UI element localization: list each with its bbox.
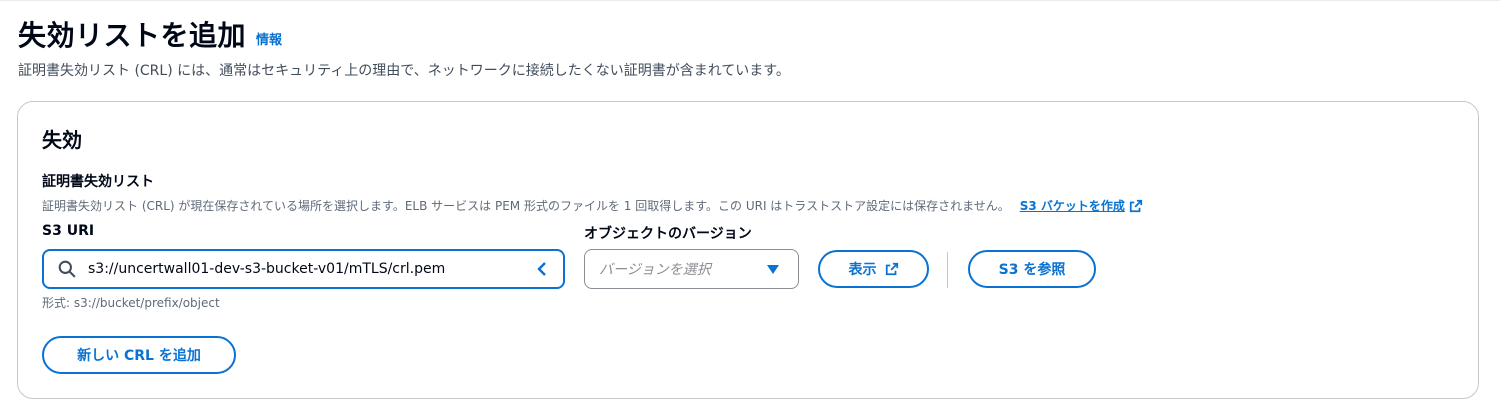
external-link-icon (1129, 199, 1143, 212)
object-version-label: オブジェクトのバージョン (584, 226, 752, 242)
top-divider (0, 0, 1500, 1)
s3-uri-value[interactable]: s3://uncertwall01-dev-s3-bucket-v01/mTLS… (88, 261, 535, 277)
page-header: 失効リストを追加 情報 (18, 16, 282, 56)
search-icon (58, 260, 76, 278)
s3-uri-input[interactable]: s3://uncertwall01-dev-s3-bucket-v01/mTLS… (42, 249, 565, 289)
title-row: 失効リストを追加 情報 (18, 16, 282, 56)
add-new-crl-button[interactable]: 新しい CRL を追加 (42, 336, 236, 374)
view-button[interactable]: 表示 (818, 250, 929, 288)
format-hint: 形式: s3://bucket/prefix/object (42, 296, 220, 310)
version-placeholder: バージョンを選択 (599, 262, 711, 278)
chevron-left-icon[interactable] (535, 261, 549, 277)
caret-down-icon (766, 260, 780, 279)
s3-uri-label: S3 URI (42, 223, 95, 239)
page-description: 証明書失効リスト (CRL) には、通常はセキュリティ上の理由で、ネットワークに… (18, 63, 790, 79)
view-button-label: 表示 (848, 262, 877, 278)
crl-description-text: 証明書失効リスト (CRL) が現在保存されている場所を選択します。ELB サー… (42, 199, 1010, 213)
external-link-icon (885, 262, 898, 276)
object-version-select[interactable]: バージョンを選択 (584, 249, 799, 289)
section-title: 失効 (42, 128, 82, 152)
revocation-container: 失効 証明書失効リスト 証明書失効リスト (CRL) が現在保存されている場所を… (17, 101, 1479, 399)
create-s3-bucket-link[interactable]: S3 バケットを作成 (1020, 197, 1143, 214)
info-link[interactable]: 情報 (256, 29, 282, 48)
button-divider (947, 252, 948, 288)
crl-field-label: 証明書失効リスト (42, 174, 154, 190)
crl-field-description: 証明書失効リスト (CRL) が現在保存されている場所を選択します。ELB サー… (42, 197, 1143, 214)
create-s3-bucket-link-label: S3 バケットを作成 (1019, 199, 1125, 213)
browse-s3-button[interactable]: S3 を参照 (968, 250, 1096, 288)
page-title: 失効リストを追加 (18, 19, 247, 52)
